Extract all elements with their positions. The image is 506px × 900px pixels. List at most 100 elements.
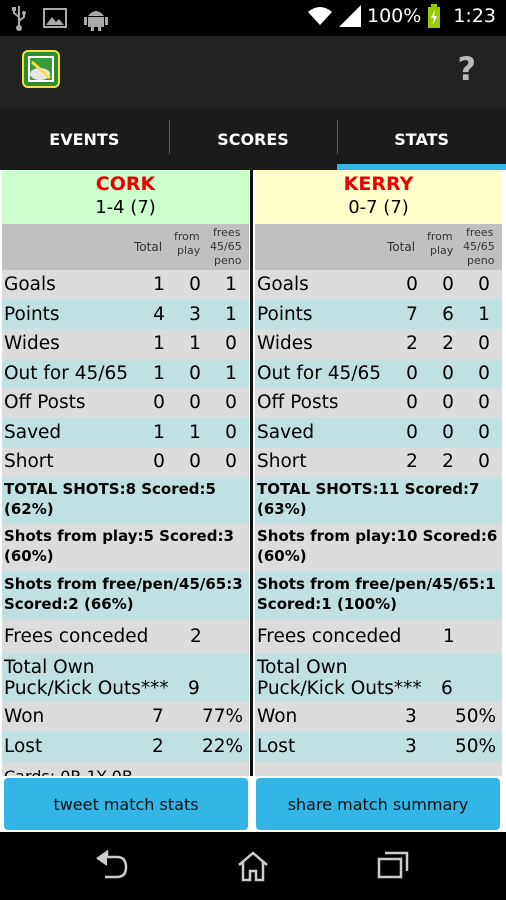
- team-score: 1-4 (7): [95, 197, 156, 218]
- stat-frees: 0: [478, 333, 490, 355]
- tab-stats[interactable]: STATS: [337, 108, 506, 170]
- lost-percent: 50%: [455, 736, 497, 757]
- stat-label: Goals: [257, 274, 309, 296]
- stat-label: Short: [257, 451, 307, 473]
- recents-icon[interactable]: [376, 850, 410, 880]
- won-row: Won 7 77%: [2, 701, 249, 732]
- stat-label: Off Posts: [257, 392, 339, 414]
- stat-frees: 0: [225, 421, 237, 443]
- won-value: 3: [405, 706, 417, 727]
- stat-total: 1: [153, 421, 165, 443]
- panel-divider: [250, 170, 253, 776]
- app-logo-icon[interactable]: [22, 50, 60, 88]
- lost-value: 3: [405, 736, 417, 757]
- stat-play: 0: [189, 362, 201, 384]
- cards-row: Cards: 0R 1Y 0B: [2, 761, 249, 776]
- won-value: 7: [152, 706, 164, 727]
- stat-label: Wides: [4, 333, 60, 355]
- shots-from-play: Shots from play:10 Scored:6 (60%): [255, 523, 502, 572]
- stat-frees: 0: [478, 451, 490, 473]
- won-label: Won: [257, 706, 298, 727]
- battery-percent: 100%: [367, 5, 422, 27]
- stat-frees: 0: [225, 451, 237, 473]
- stat-total: 1: [153, 274, 165, 296]
- own-outs-row: Total Own Puck/Kick Outs*** 6: [255, 653, 502, 702]
- stats-content[interactable]: CORK 1-4 (7) Total from play frees 45/65…: [0, 170, 506, 832]
- stat-label: Saved: [257, 421, 315, 443]
- header-peno: peno: [467, 254, 495, 267]
- stat-play: 0: [189, 274, 201, 296]
- tweet-match-stats-button[interactable]: tweet match stats: [4, 778, 248, 830]
- stat-play: 0: [189, 392, 201, 414]
- stat-play: 1: [189, 421, 201, 443]
- won-row: Won 3 50%: [255, 701, 502, 732]
- frees-conceded-value: 2: [190, 626, 202, 647]
- lost-label: Lost: [257, 736, 296, 757]
- stat-total: 0: [406, 362, 418, 384]
- image-icon: [43, 8, 67, 28]
- stat-play: 0: [442, 392, 454, 414]
- stat-frees: 1: [478, 303, 490, 325]
- navigation-bar: [0, 832, 506, 900]
- header-frees: frees: [466, 226, 494, 239]
- signal-icon: [339, 5, 361, 27]
- stat-total: 0: [406, 392, 418, 414]
- stat-row-goals: Goals 0 0 0: [255, 270, 502, 300]
- stat-label: Out for 45/65: [4, 362, 129, 384]
- stat-total: 2: [406, 333, 418, 355]
- back-icon[interactable]: [93, 850, 129, 880]
- stat-total: 0: [406, 421, 418, 443]
- stat-label: Out for 45/65: [257, 362, 382, 384]
- stat-total: 7: [406, 303, 418, 325]
- home-icon[interactable]: [236, 850, 270, 882]
- stat-frees: 0: [225, 392, 237, 414]
- cork-stats-panel: CORK 1-4 (7) Total from play frees 45/65…: [2, 170, 249, 776]
- stat-row-off-posts: Off Posts 0 0 0: [255, 388, 502, 418]
- header-frees: frees: [213, 226, 241, 239]
- frees-conceded-row: Frees conceded 1: [255, 619, 502, 654]
- stat-play: 1: [189, 333, 201, 355]
- lost-row: Lost 3 50%: [255, 731, 502, 762]
- header-4565: 45/65: [210, 240, 242, 253]
- android-icon: [84, 11, 108, 31]
- frees-conceded-label: Frees conceded: [4, 626, 149, 647]
- action-bar: ?: [0, 36, 506, 108]
- own-outs-value: 6: [441, 677, 453, 699]
- stats-rows: Goals 1 0 1 Points 4 3 1 Wides 1 1 0 Out for 45/6…: [2, 270, 249, 477]
- lost-percent: 22%: [202, 736, 244, 757]
- own-outs-label: Total Own Puck/Kick Outs***: [4, 656, 169, 699]
- column-header: Total from play frees 45/65 peno: [2, 224, 249, 270]
- stat-label: Points: [257, 303, 313, 325]
- stat-frees: 1: [225, 274, 237, 296]
- stat-row-off-posts: Off Posts 0 0 0: [2, 388, 249, 418]
- stat-row-short: Short 0 0 0: [2, 447, 249, 477]
- share-match-summary-button[interactable]: share match summary: [256, 778, 500, 830]
- stat-frees: 1: [225, 303, 237, 325]
- stat-play: 0: [442, 421, 454, 443]
- stat-row-wides: Wides 2 2 0: [255, 329, 502, 359]
- total-shots: TOTAL SHOTS:8 Scored:5 (62%): [2, 476, 249, 524]
- lost-row: Lost 2 22%: [2, 731, 249, 762]
- header-play: play: [430, 244, 454, 257]
- stat-play: 2: [442, 451, 454, 473]
- tab-scores[interactable]: SCORES: [168, 108, 338, 170]
- stat-label: Points: [4, 303, 60, 325]
- tab-events[interactable]: EVENTS: [0, 108, 169, 170]
- lost-label: Lost: [4, 736, 43, 757]
- stat-row-points: Points 4 3 1: [2, 299, 249, 329]
- stat-total: 0: [153, 451, 165, 473]
- stat-row-goals: Goals 1 0 1: [2, 270, 249, 300]
- header-total: Total: [134, 240, 163, 254]
- stat-row-saved: Saved 1 1 0: [2, 417, 249, 447]
- shots-from-frees: Shots from free/pen/45/65:1 Scored:1 (10…: [255, 571, 502, 620]
- won-percent: 77%: [202, 706, 244, 727]
- stat-play: 0: [189, 451, 201, 473]
- header-from: from: [174, 230, 200, 243]
- battery-charging-icon: [428, 4, 441, 28]
- tab-bar: EVENTS SCORES STATS: [0, 108, 506, 170]
- stat-total: 2: [406, 451, 418, 473]
- stat-row-out-4565: Out for 45/65 0 0 0: [255, 358, 502, 388]
- stat-play: 6: [442, 303, 454, 325]
- team-name: CORK: [95, 173, 156, 195]
- help-button[interactable]: ?: [457, 50, 476, 88]
